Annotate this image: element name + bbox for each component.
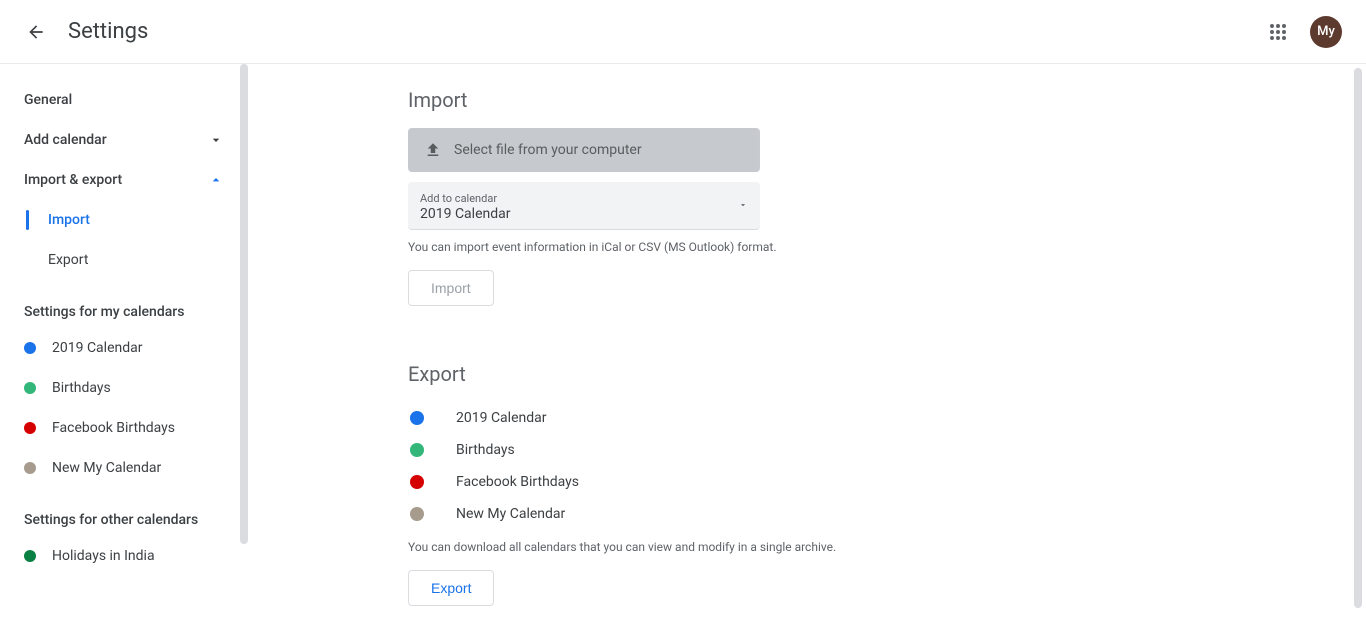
sidebar-calendar-item[interactable]: Birthdays: [0, 368, 248, 408]
upload-icon: [424, 141, 442, 159]
sidebar-label: Import & export: [24, 172, 122, 188]
calendar-color-dot: [410, 507, 424, 521]
apps-grid-icon: [1269, 23, 1287, 41]
calendar-name: 2019 Calendar: [52, 340, 143, 356]
import-section: Import Select file from your computer Ad…: [408, 88, 968, 306]
export-calendar-item: New My Calendar: [408, 498, 968, 530]
calendar-name: New My Calendar: [52, 460, 161, 476]
calendar-color-dot: [24, 422, 36, 434]
calendar-color-dot: [24, 462, 36, 474]
export-calendar-item: Birthdays: [408, 434, 968, 466]
calendar-color-dot: [410, 443, 424, 457]
calendar-color-dot: [410, 475, 424, 489]
export-calendar-item: 2019 Calendar: [408, 402, 968, 434]
sidebar-item-import-export[interactable]: Import & export: [0, 160, 248, 200]
export-button[interactable]: Export: [408, 570, 494, 606]
calendar-color-dot: [410, 411, 424, 425]
calendar-name: Facebook Birthdays: [52, 420, 175, 436]
sidebar-calendar-item[interactable]: 2019 Calendar: [0, 328, 248, 368]
dropdown-label: Add to calendar: [420, 192, 748, 205]
add-to-calendar-dropdown[interactable]: Add to calendar 2019 Calendar: [408, 182, 760, 230]
calendar-name: Birthdays: [456, 442, 515, 458]
sidebar-calendar-item[interactable]: Facebook Birthdays: [0, 408, 248, 448]
back-button[interactable]: [16, 12, 56, 52]
calendar-color-dot: [24, 342, 36, 354]
chevron-up-icon: [208, 172, 224, 188]
caret-down-icon: [738, 200, 748, 210]
calendar-color-dot: [24, 382, 36, 394]
page-title: Settings: [68, 19, 148, 44]
export-help-text: You can download all calendars that you …: [408, 540, 968, 554]
calendar-name: Holidays in India: [52, 548, 155, 564]
chevron-down-icon: [208, 132, 224, 148]
calendar-color-dot: [24, 550, 36, 562]
sidebar: General Add calendar Import & export Imp…: [0, 64, 248, 618]
calendar-name: Birthdays: [52, 380, 111, 396]
main-scrollbar[interactable]: [1354, 68, 1362, 608]
sidebar-sub-label: Export: [48, 252, 88, 268]
sidebar-sub-label: Import: [48, 212, 90, 228]
body: General Add calendar Import & export Imp…: [0, 64, 1366, 618]
export-calendar-list: 2019 Calendar Birthdays Facebook Birthdays…: [408, 402, 968, 530]
sidebar-section-mycalendars: Settings for my calendars: [0, 280, 248, 328]
header-right: My: [1258, 12, 1350, 52]
calendar-name: New My Calendar: [456, 506, 565, 522]
sidebar-calendar-item[interactable]: Holidays in India: [0, 536, 248, 576]
header-left: Settings: [16, 12, 148, 52]
arrow-left-icon: [26, 22, 46, 42]
account-avatar[interactable]: My: [1310, 16, 1342, 48]
select-file-button[interactable]: Select file from your computer: [408, 128, 760, 172]
sidebar-sub-export[interactable]: Export: [26, 240, 248, 280]
other-calendars-list: Holidays in India: [0, 536, 248, 576]
export-calendar-item: Facebook Birthdays: [408, 466, 968, 498]
my-calendars-list: 2019 Calendar Birthdays Facebook Birthdays…: [0, 328, 248, 488]
sidebar-calendar-item[interactable]: New My Calendar: [0, 448, 248, 488]
sidebar-item-general[interactable]: General: [0, 80, 248, 120]
sidebar-label: General: [24, 92, 72, 108]
export-section: Export 2019 Calendar Birthdays Facebook Bi…: [408, 362, 968, 606]
sidebar-sub-import[interactable]: Import: [26, 200, 248, 240]
sidebar-sub: Import Export: [26, 200, 248, 280]
import-help-text: You can import event information in iCal…: [408, 240, 968, 254]
calendar-name: 2019 Calendar: [456, 410, 547, 426]
export-title: Export: [408, 362, 968, 386]
import-title: Import: [408, 88, 968, 112]
select-file-label: Select file from your computer: [454, 142, 642, 158]
app-header: Settings My: [0, 0, 1366, 64]
sidebar-label: Add calendar: [24, 132, 107, 148]
sidebar-scrollbar[interactable]: [240, 64, 248, 544]
import-button[interactable]: Import: [408, 270, 494, 306]
dropdown-value: 2019 Calendar: [420, 206, 748, 222]
main-content: Import Select file from your computer Ad…: [248, 64, 1366, 618]
sidebar-section-othercalendars: Settings for other calendars: [0, 488, 248, 536]
sidebar-item-add-calendar[interactable]: Add calendar: [0, 120, 248, 160]
google-apps-button[interactable]: [1258, 12, 1298, 52]
calendar-name: Facebook Birthdays: [456, 474, 579, 490]
